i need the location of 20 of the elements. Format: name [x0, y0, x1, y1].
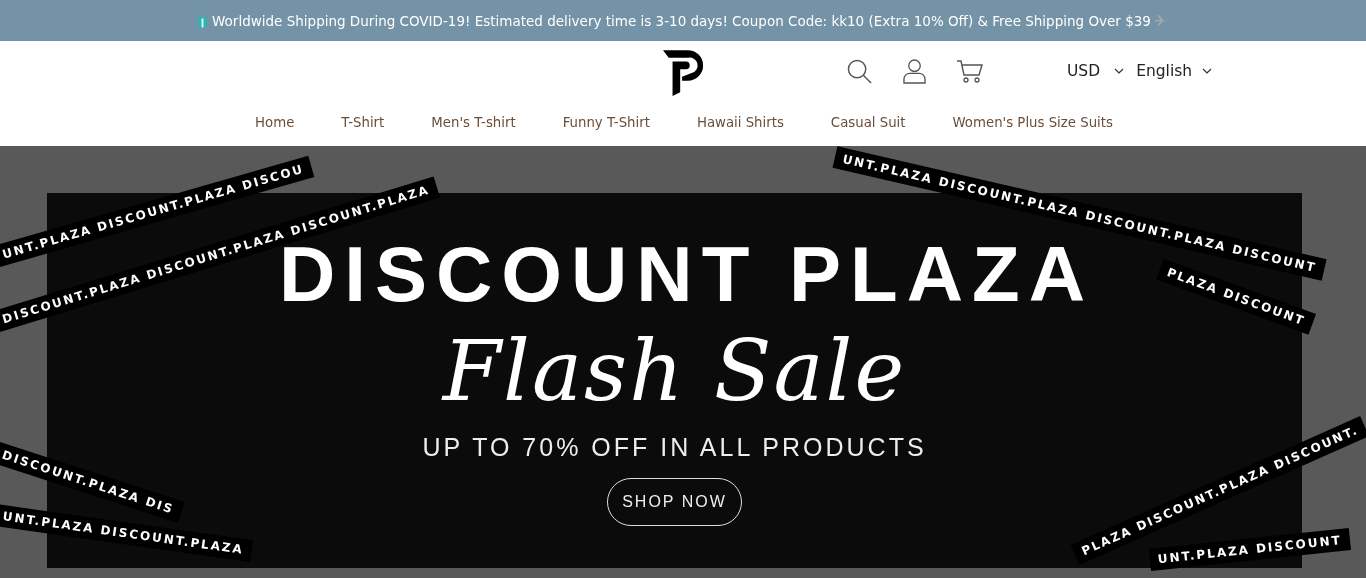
- chevron-icon: [1202, 68, 1213, 74]
- nav-link[interactable]: Funny T-Shirt: [562, 115, 650, 130]
- search-icon[interactable]: [847, 59, 872, 84]
- banner-subtitle: UP TO 70% OFF IN ALL PRODUCTS: [422, 433, 927, 462]
- announcement-text: Worldwide Shipping During COVID-19! Estimated delivery time is 3-10 days! Coupon Code: kk10 (Extra 10% Off) & Free Shipping Over $39: [212, 12, 1151, 29]
- gift-icon: [197, 13, 209, 28]
- nav-link[interactable]: Casual Suit: [830, 115, 906, 130]
- nav-link[interactable]: Home: [255, 115, 295, 130]
- banner-script-title: Flash Sale: [442, 329, 907, 413]
- chevron-icon: [1114, 68, 1125, 74]
- language-select[interactable]: English: [1136, 60, 1213, 82]
- user-icon[interactable]: [903, 59, 926, 84]
- nav-link[interactable]: Men's T-shirt: [431, 115, 516, 130]
- currency-select[interactable]: USD: [1067, 60, 1125, 82]
- nav-link[interactable]: Women's Plus Size Suits: [952, 115, 1113, 130]
- airplane-icon: [1154, 15, 1169, 26]
- cart-icon[interactable]: [957, 59, 983, 84]
- logo-icon[interactable]: [663, 50, 705, 98]
- nav-link[interactable]: Hawaii Shirts: [696, 115, 784, 130]
- nav-link[interactable]: T-Shirt: [341, 115, 385, 130]
